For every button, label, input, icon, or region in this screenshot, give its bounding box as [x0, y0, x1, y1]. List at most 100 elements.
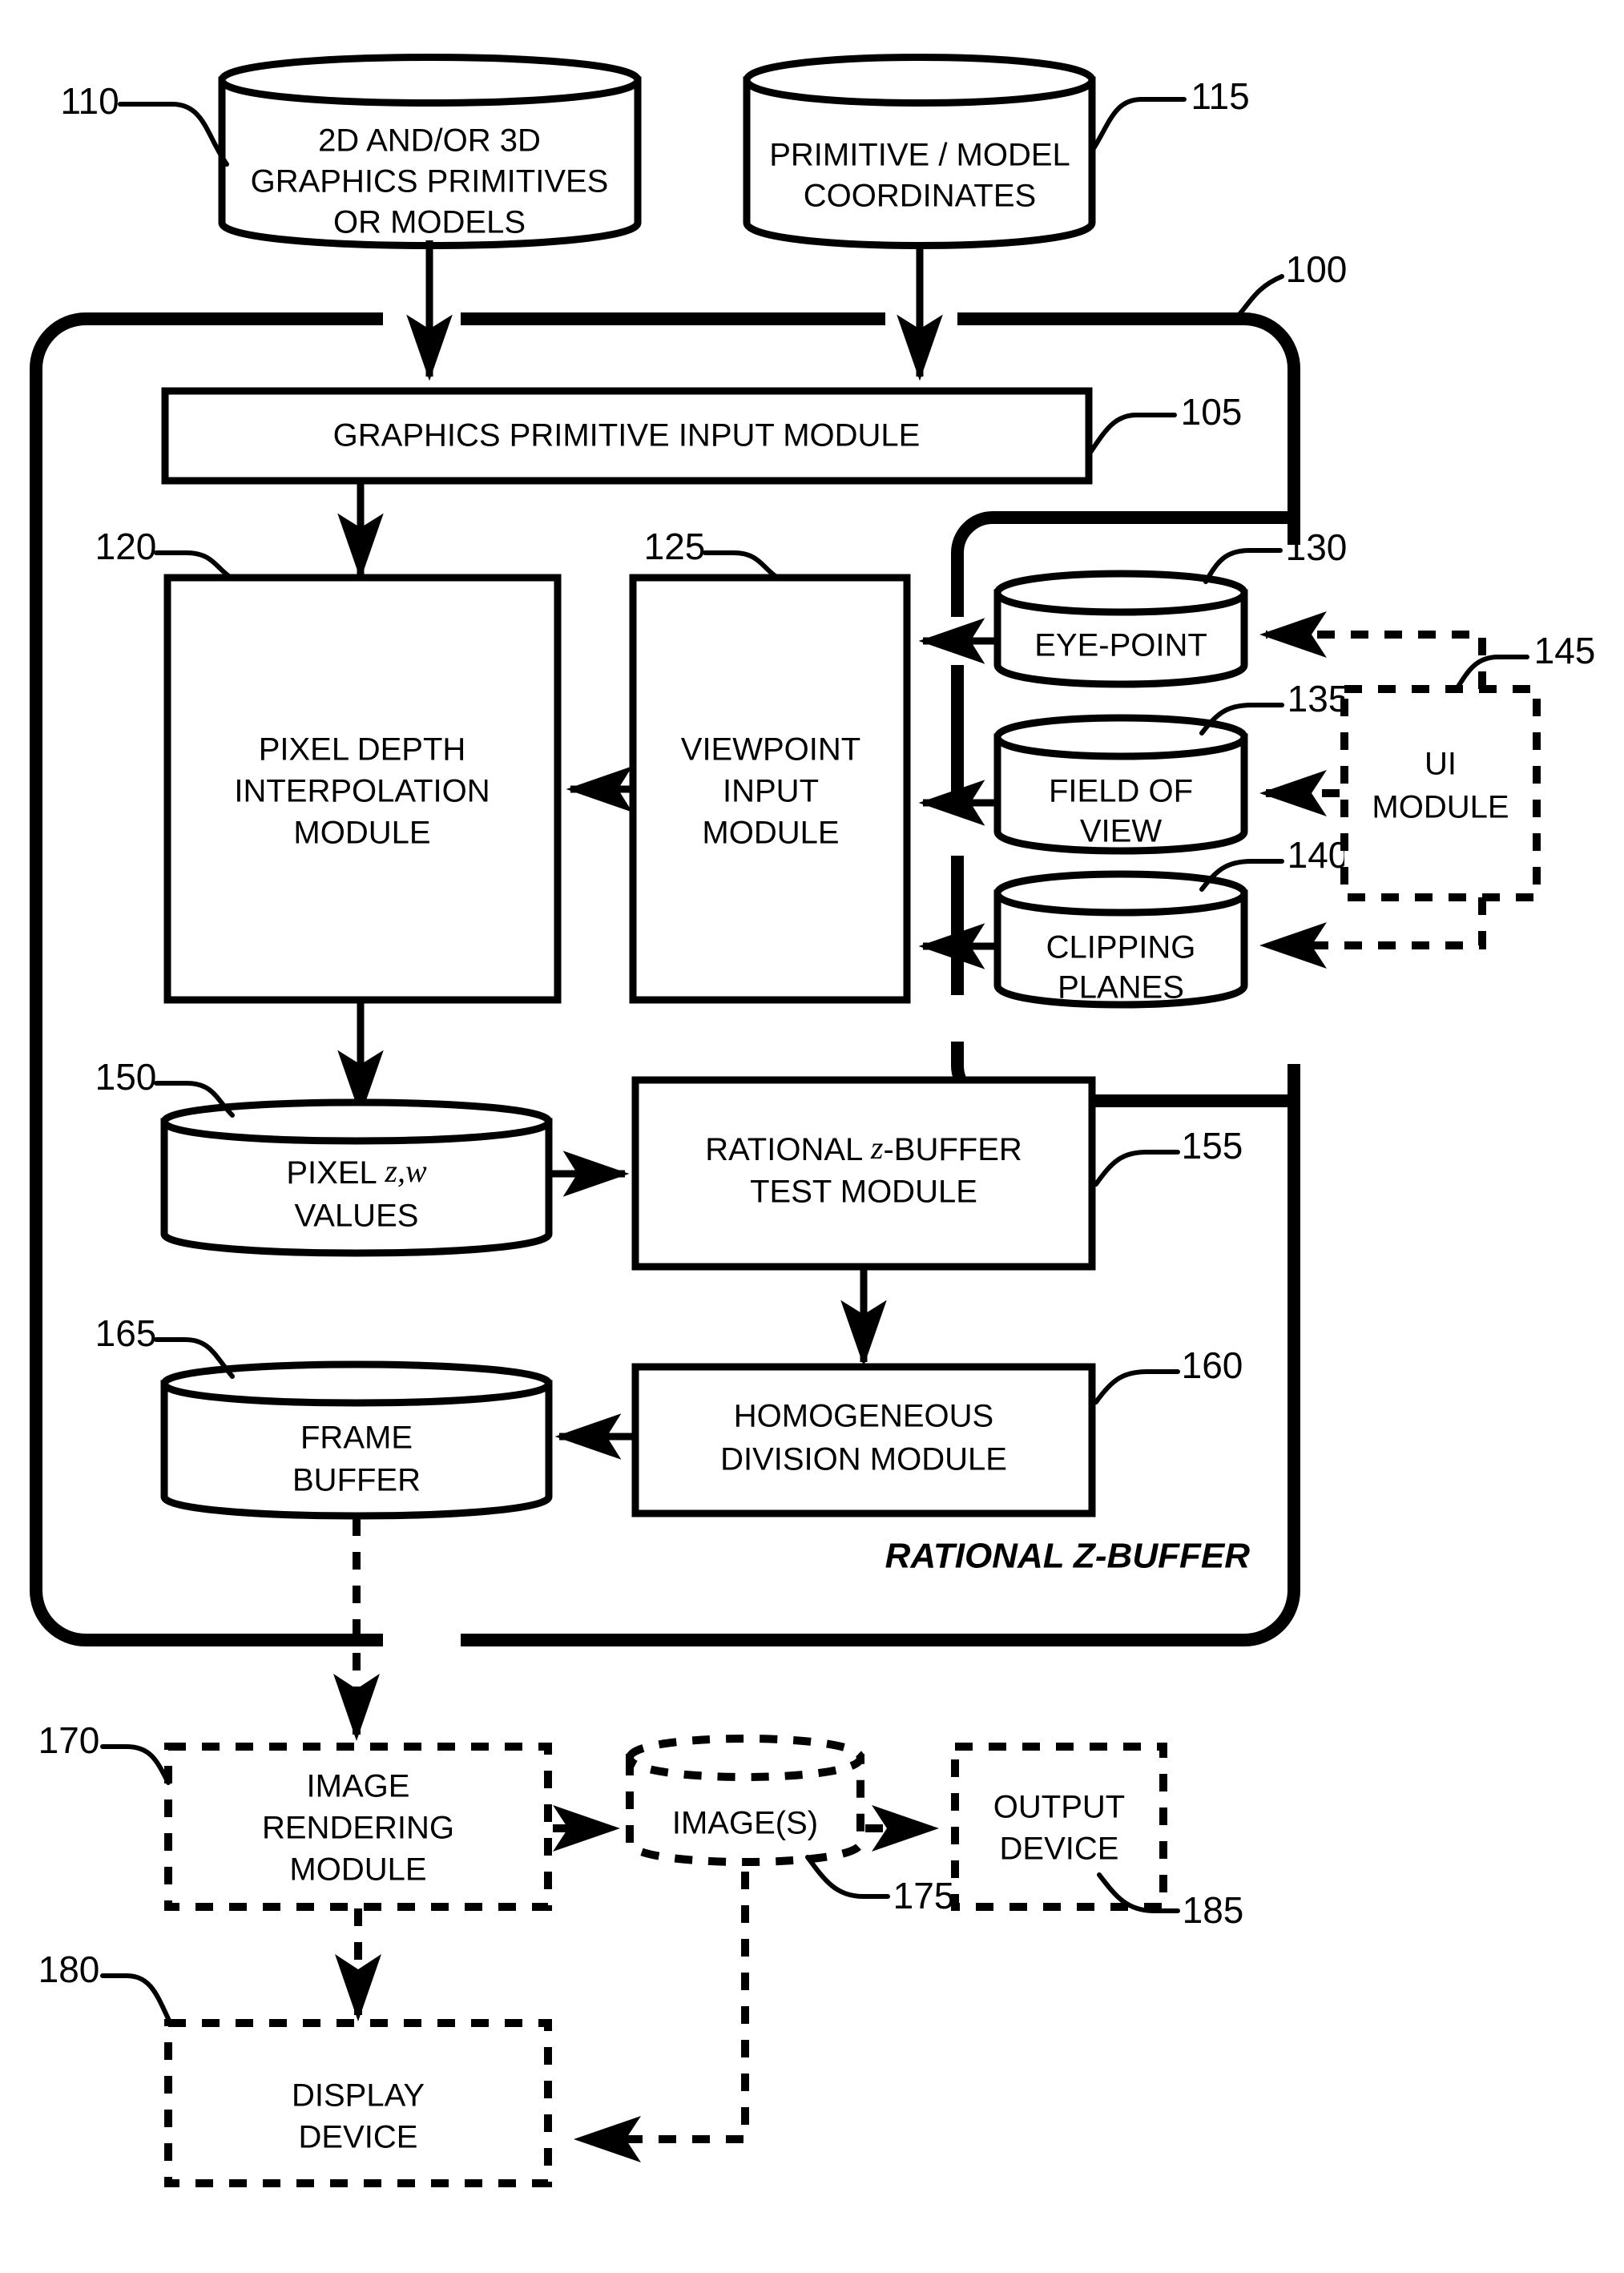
- node-label-line2: BUFFER: [292, 1463, 421, 1498]
- dashed-arrow-ui-to-clipping-planes: [1259, 897, 1486, 969]
- ref-numeral-150: 150: [95, 1056, 157, 1098]
- ref-numeral-120: 120: [95, 526, 157, 567]
- node-label: IMAGE(S): [672, 1806, 818, 1841]
- node-label-line2: COORDINATES: [804, 179, 1036, 214]
- node-label-line1: DISPLAY: [292, 2078, 425, 2114]
- node-label-line1: PRIMITIVE / MODEL: [769, 138, 1070, 173]
- cylinder-top: [160, 1098, 553, 1145]
- node-source-primitives: 2D AND/OR 3D GRAPHICS PRIMITIVES OR MODE…: [218, 54, 642, 249]
- node-label-line2: DEVICE: [1000, 1832, 1119, 1867]
- lead-line-110: [118, 102, 229, 167]
- lead-line-145: [1454, 655, 1529, 691]
- ref-numeral-185: 185: [1183, 1889, 1244, 1931]
- ref-numeral-140: 140: [1288, 834, 1349, 876]
- lead-line-180: [100, 1973, 172, 2025]
- node-label-line1: 2D AND/OR 3D: [318, 123, 541, 159]
- lead-line-155: [1094, 1150, 1180, 1187]
- ref-numeral-125: 125: [644, 526, 706, 567]
- node-graphics-primitive-input-module: GRAPHICS PRIMITIVE INPUT MODULE: [161, 387, 1093, 485]
- node-label-line2: INTERPOLATION: [234, 774, 490, 809]
- node-image-rendering-module: IMAGE RENDERING MODULE: [164, 1743, 552, 1911]
- node-label-line1: FRAME: [300, 1421, 413, 1456]
- ref-numeral-175: 175: [893, 1875, 955, 1916]
- node-label: GRAPHICS PRIMITIVE INPUT MODULE: [333, 418, 921, 453]
- node-label: EYE-POINT: [1034, 628, 1207, 663]
- ref-numeral-115: 115: [1191, 75, 1249, 117]
- lead-line-105: [1087, 413, 1177, 456]
- node-label-line3: MODULE: [702, 816, 839, 851]
- node-output-device: OUTPUT DEVICE: [951, 1743, 1167, 1911]
- node-frame-buffer: FRAME BUFFER: [160, 1360, 553, 1520]
- node-label-line2: INPUT: [723, 774, 819, 809]
- node-ui-module: UI MODULE: [1340, 685, 1541, 901]
- node-clipping-planes: CLIPPING PLANES: [993, 870, 1248, 1009]
- lead-line-160: [1094, 1369, 1180, 1405]
- lead-line-100: [1231, 274, 1284, 323]
- node-field-of-view: FIELD OF VIEW: [993, 714, 1248, 855]
- node-label-line2: VALUES: [295, 1199, 419, 1234]
- container-top-left-edge: [30, 312, 383, 369]
- ref-numeral-180: 180: [38, 1949, 100, 1990]
- node-pixel-zw-values: PIXEL z,w VALUES: [160, 1098, 553, 1257]
- node-label-line2: PLANES: [1058, 970, 1184, 1006]
- node-pixel-depth-interpolation-module: PIXEL DEPTH INTERPOLATION MODULE: [163, 574, 562, 1004]
- node-label-line1-prefix: RATIONAL: [705, 1132, 871, 1167]
- cylinder-top: [160, 1360, 553, 1407]
- node-label-line1: RATIONAL z-BUFFER: [705, 1130, 1022, 1167]
- node-display-device: DISPLAY DEVICE: [164, 2019, 552, 2187]
- node-label-line3: MODULE: [293, 816, 430, 851]
- figure-canvas: RATIONAL Z-BUFFER 2D AND/OR 3D GRAPHICS …: [30, 54, 1596, 2187]
- node-label-line2: DIVISION MODULE: [720, 1442, 1007, 1477]
- ref-numeral-110: 110: [60, 80, 119, 122]
- ref-numeral-105: 105: [1181, 391, 1243, 433]
- ref-numeral-160: 160: [1182, 1344, 1243, 1386]
- node-label-line1-italic: z,w: [384, 1153, 427, 1189]
- ref-numeral-170: 170: [38, 1719, 100, 1761]
- ref-numeral-155: 155: [1182, 1125, 1243, 1167]
- node-images: IMAGE(S): [625, 1735, 865, 1866]
- node-label-line1: IMAGE: [307, 1769, 410, 1804]
- node-label-line1: HOMOGENEOUS: [734, 1399, 993, 1434]
- node-label-line1: PIXEL z,w: [286, 1153, 427, 1190]
- patent-figure-page: RATIONAL Z-BUFFER 2D AND/OR 3D GRAPHICS …: [0, 0, 1624, 2273]
- node-eye-point: EYE-POINT: [993, 570, 1248, 688]
- node-viewpoint-input-module: VIEWPOINT INPUT MODULE: [629, 574, 911, 1004]
- node-rational-z-buffer-test-module: RATIONAL z-BUFFER TEST MODULE: [631, 1076, 1096, 1271]
- node-label-line1-suffix: -BUFFER: [883, 1132, 1022, 1167]
- node-label-line1: CLIPPING: [1046, 930, 1196, 965]
- ref-numeral-100: 100: [1286, 248, 1348, 290]
- node-label-line1-prefix: PIXEL: [286, 1155, 385, 1191]
- node-label-line2: RENDERING: [262, 1811, 454, 1846]
- node-label-line2: TEST MODULE: [750, 1175, 977, 1210]
- lead-line-115: [1089, 97, 1187, 155]
- node-label-line3: MODULE: [289, 1852, 426, 1888]
- node-label-line2: DEVICE: [299, 2120, 418, 2155]
- cylinder-top: [625, 1735, 865, 1781]
- cylinder-top: [743, 54, 1096, 107]
- node-label-line1: UI: [1425, 747, 1457, 782]
- lead-line-170: [100, 1744, 171, 1785]
- node-label-line1: OUTPUT: [993, 1790, 1125, 1825]
- ref-numeral-165: 165: [95, 1312, 157, 1354]
- node-label-line1: PIXEL DEPTH: [259, 732, 466, 768]
- node-homogeneous-division-module: HOMOGENEOUS DIVISION MODULE: [631, 1363, 1096, 1517]
- ref-numeral-130: 130: [1286, 526, 1348, 568]
- container-title: RATIONAL Z-BUFFER: [885, 1537, 1251, 1576]
- node-label-line3: OR MODELS: [333, 205, 526, 240]
- cylinder-top: [218, 54, 642, 107]
- node-label-line2: VIEW: [1080, 814, 1162, 849]
- ref-numeral-135: 135: [1288, 678, 1349, 719]
- box-outline: [631, 1076, 1096, 1271]
- container-inner-col-top-corner: [951, 511, 1294, 554]
- ref-numeral-145: 145: [1534, 630, 1596, 671]
- box-outline: [951, 1743, 1167, 1911]
- node-label-line1: FIELD OF: [1049, 774, 1193, 809]
- dashed-arrow-images-to-display-device: [573, 1872, 749, 2162]
- node-label-line2: MODULE: [1372, 790, 1509, 825]
- box-outline: [631, 1363, 1096, 1517]
- lead-line-175: [805, 1855, 890, 1899]
- node-label-line1-italic: z: [870, 1130, 884, 1166]
- node-source-coordinates: PRIMITIVE / MODEL COORDINATES: [743, 54, 1096, 249]
- node-label-line1: VIEWPOINT: [681, 732, 860, 768]
- node-label-line2: GRAPHICS PRIMITIVES: [251, 164, 609, 199]
